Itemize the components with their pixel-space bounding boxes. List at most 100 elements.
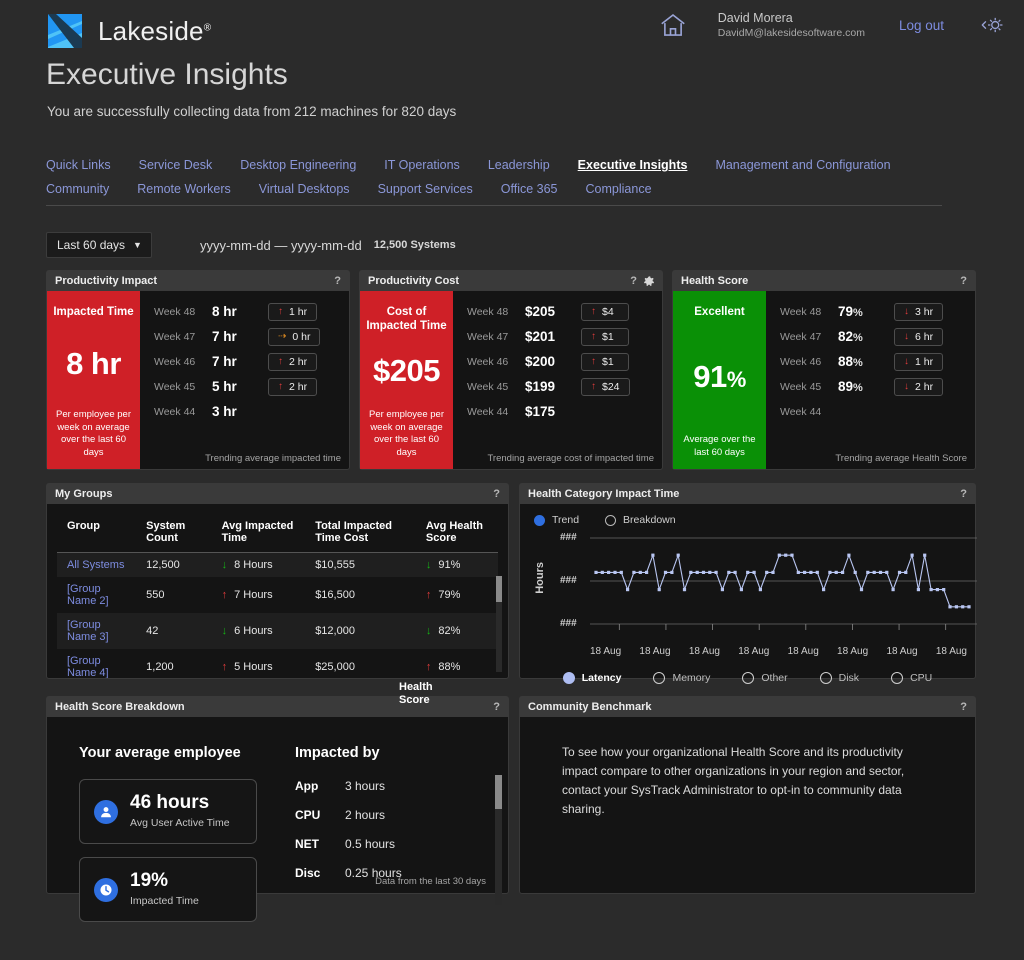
user-icon	[94, 799, 118, 824]
system-count-cell: 12,500	[136, 552, 212, 577]
chart-svg	[590, 537, 977, 630]
groups-scrollbar[interactable]	[496, 576, 502, 672]
system-count-cell: 42	[136, 613, 212, 649]
kpi-week-row: Week 46 7 hr ↑ 2 hr	[154, 349, 339, 374]
total-impacted-cost-cell: $16,500	[305, 577, 416, 613]
gear-icon[interactable]	[644, 276, 655, 286]
filter-bar: Last 60 days ▼ yyyy-mm-dd — yyyy-mm-dd 1…	[46, 232, 456, 258]
user-info[interactable]: David Morera DavidM@lakesidesoftware.com	[718, 11, 865, 40]
kpi-week-row: Week 45 89% ↓ 2 hr	[780, 374, 965, 399]
kpi-week-value: 89%	[838, 379, 894, 394]
nav-item-compliance[interactable]: Compliance	[586, 182, 652, 196]
chart-view-radios: Trend Breakdown	[520, 504, 975, 526]
chart-x-tick: 18 Aug	[590, 646, 622, 657]
kpi-week-value: 3 hr	[212, 404, 237, 419]
table-column-header[interactable]: Avg Health Score	[415, 510, 498, 553]
chart-legend-memory[interactable]: Memory	[653, 672, 710, 684]
chart-legend-label: Other	[761, 672, 788, 684]
nav-item-service-desk[interactable]: Service Desk	[139, 158, 213, 172]
help-icon[interactable]: ?	[960, 701, 967, 713]
nav-item-support-services[interactable]: Support Services	[378, 182, 473, 196]
breakdown-scrollbar-thumb[interactable]	[495, 775, 502, 809]
app-header: Lakeside® David Morera DavidM@lakesideso…	[0, 0, 1024, 60]
table-row[interactable]: [Group Name 2] 550 ↑ 7 Hours $16,500 ↑ 79%	[57, 577, 498, 613]
nav-item-it-operations[interactable]: IT Operations	[384, 158, 460, 172]
group-link[interactable]: [Group Name 4]	[67, 655, 109, 678]
help-icon[interactable]: ?	[493, 488, 500, 500]
help-icon[interactable]: ?	[960, 275, 967, 287]
chart-x-tick: 18 Aug	[688, 646, 720, 657]
average-employee-column: Your average employee 46 hours Avg User A…	[47, 745, 287, 922]
nav-item-quick-links[interactable]: Quick Links	[46, 158, 111, 172]
kpi-delta-badge: ↓ 6 hr	[894, 327, 944, 346]
help-icon[interactable]: ?	[493, 701, 500, 713]
group-link[interactable]: [Group Name 2]	[67, 583, 109, 607]
groups-scrollbar-thumb[interactable]	[496, 576, 502, 602]
chart-view-option-label: Breakdown	[623, 514, 676, 526]
nav-item-management-and-configuration[interactable]: Management and Configuration	[715, 158, 890, 172]
gear-icon[interactable]	[978, 11, 1006, 39]
impact-weekly-list: Week 48 8 hr ↑ 1 hr Week 47 7 hr ⇢ 0 hr Week 46 7…	[140, 291, 349, 469]
kpi-delta-badge: ↓ 2 hr	[894, 377, 944, 396]
table-row[interactable]: [Group Name 4] 1,200 ↑ 5 Hours $25,000 ↑ 88%	[57, 649, 498, 678]
group-name-cell[interactable]: [Group Name 4]	[57, 649, 137, 678]
stat-card: 19% Impacted Time	[79, 857, 257, 922]
card-title: Health Score Breakdown	[55, 701, 185, 713]
chart-legend-other[interactable]: Other	[742, 672, 788, 684]
impact-caption: Impacted Time	[53, 306, 134, 318]
chart-legend-disk[interactable]: Disk	[819, 672, 859, 684]
impact-row: App 3 hours	[295, 779, 508, 793]
group-name-cell[interactable]: All Systems	[57, 552, 137, 577]
radio-icon	[653, 672, 666, 684]
nav-item-executive-insights[interactable]: Executive Insights	[578, 158, 688, 172]
date-range-select[interactable]: Last 60 days ▼	[46, 232, 152, 258]
chart-view-option-trend[interactable]: Trend	[534, 514, 579, 526]
table-column-header[interactable]: System Count	[136, 510, 212, 553]
cost-summary-panel: Cost of Impacted Time $205 Per employee …	[360, 291, 453, 469]
table-row[interactable]: All Systems 12,500 ↓ 8 Hours $10,555 ↓ 91%	[57, 552, 498, 577]
kpi-week-row: Week 47 7 hr ⇢ 0 hr	[154, 324, 339, 349]
kpi-week-value: $201	[525, 329, 556, 344]
trend-arrow-icon: ↓	[904, 356, 909, 367]
impacted-by-heading: Impacted by	[295, 745, 380, 761]
home-icon[interactable]	[658, 10, 688, 40]
trend-arrow-icon: ↓	[221, 625, 228, 637]
help-icon[interactable]: ?	[630, 275, 637, 287]
card-header: Health Score ?	[673, 271, 975, 291]
table-row[interactable]: [Group Name 3] 42 ↓ 6 Hours $12,000 ↓ 82%	[57, 613, 498, 649]
group-name-cell[interactable]: [Group Name 2]	[57, 577, 137, 613]
chart-legend-cpu[interactable]: CPU	[891, 672, 932, 684]
nav-item-community[interactable]: Community	[46, 182, 109, 196]
trend-arrow-icon: ↑	[221, 589, 228, 601]
system-count-label: 12,500 Systems	[373, 239, 456, 251]
table-column-header[interactable]: Group	[57, 510, 137, 553]
group-link[interactable]: [Group Name 3]	[67, 619, 109, 643]
brand-logo[interactable]: Lakeside®	[46, 11, 211, 51]
table-column-header[interactable]: Total Impacted Time Cost	[305, 510, 416, 553]
chart-legend-latency[interactable]: Latency	[562, 672, 621, 684]
logout-button[interactable]: Log out	[899, 18, 944, 33]
nav-item-leadership[interactable]: Leadership	[488, 158, 550, 172]
group-name-cell[interactable]: [Group Name 3]	[57, 613, 137, 649]
table-header-row: Group System Count Avg Impacted Time Total …	[57, 510, 498, 553]
impact-summary-panel: Impacted Time 8 hr Per employee per week…	[47, 291, 140, 469]
help-icon[interactable]: ?	[960, 488, 967, 500]
kpi-week-row: Week 48 79% ↓ 3 hr	[780, 299, 965, 324]
trend-arrow-icon: ↓	[425, 625, 432, 637]
help-icon[interactable]: ?	[334, 275, 341, 287]
group-link[interactable]: All Systems	[67, 559, 124, 571]
nav-item-office-365[interactable]: Office 365	[501, 182, 558, 196]
nav-item-desktop-engineering[interactable]: Desktop Engineering	[240, 158, 356, 172]
breakdown-scrollbar[interactable]	[495, 775, 502, 905]
kpi-delta-badge: ↑ $24	[581, 377, 630, 396]
user-email: DavidM@lakesidesoftware.com	[717, 26, 865, 39]
executive-insights-page: Lakeside® David Morera DavidM@lakesideso…	[0, 0, 1024, 960]
lakeside-logo-icon	[46, 11, 86, 51]
trend-arrow-icon: ↑	[221, 661, 228, 673]
table-column-header[interactable]: Avg Impacted Time	[211, 510, 306, 553]
chart-view-option-breakdown[interactable]: Breakdown	[605, 514, 676, 526]
nav-item-remote-workers[interactable]: Remote Workers	[137, 182, 231, 196]
nav-item-virtual-desktops[interactable]: Virtual Desktops	[259, 182, 350, 196]
trend-arrow-icon: ⇢	[278, 331, 287, 342]
chart-plot-area: Hours ### ### ### 18 Aug 18 Aug 18 Aug 18 A…	[520, 532, 977, 657]
